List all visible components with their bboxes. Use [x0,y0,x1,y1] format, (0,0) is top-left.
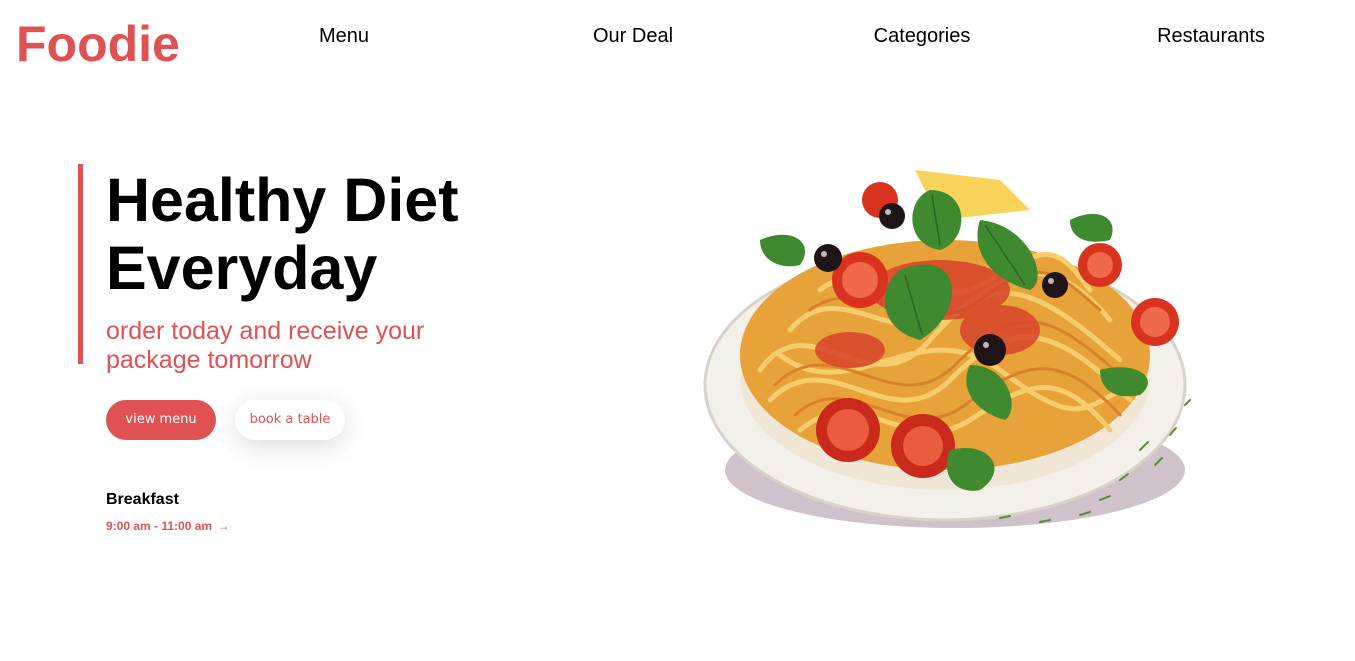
hero-title-line-1: Healthy Diet [106,166,459,234]
hero-title: Healthy Diet Everyday [106,166,626,302]
nav-our-deal[interactable]: Our Deal [593,24,673,48]
nav-categories[interactable]: Categories [874,24,971,48]
arrow-right-icon: → [217,519,230,533]
meal-hours[interactable]: 9:00 am - 11:00 am → [106,519,229,533]
nav-restaurants[interactable]: Restaurants [1157,24,1265,48]
nav-menu[interactable]: Menu [319,24,369,48]
hero-subtitle: order today and receive your package tom… [106,317,425,374]
meal-title: Breakfast [106,491,179,508]
book-table-button[interactable]: book a table [235,400,345,440]
meal-hours-text: 9:00 am - 11:00 am [106,519,213,533]
view-menu-button[interactable]: view menu [106,400,216,440]
hero-accent-bar [78,164,83,364]
pasta-plate-image [703,170,1191,528]
hero-title-line-2: Everyday [106,234,378,302]
main-nav: Menu Our Deal Categories Restaurants [0,24,1355,48]
